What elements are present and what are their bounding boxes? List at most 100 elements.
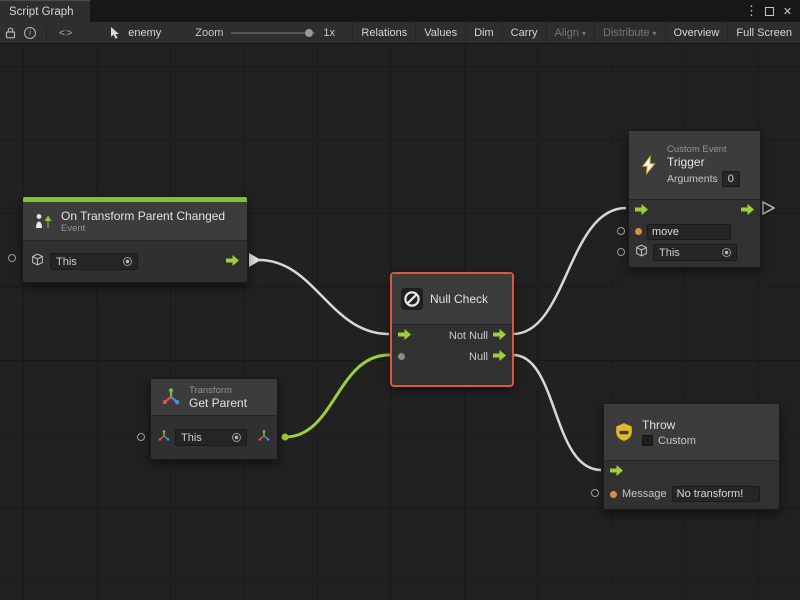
node-title: Get Parent	[189, 396, 247, 410]
flow-input-port[interactable]	[398, 327, 411, 345]
node-null-check[interactable]: Null Check Not Null Null	[391, 273, 513, 386]
info-icon[interactable]: i	[24, 27, 36, 39]
message-port[interactable]	[610, 491, 617, 498]
null-output-port[interactable]	[493, 348, 506, 366]
code-view-icon[interactable]: <>	[53, 27, 79, 39]
wire-getparent-to-nullcheck[interactable]	[285, 355, 389, 437]
transform-icon	[160, 386, 182, 408]
object-picker-icon[interactable]	[722, 248, 731, 257]
relations-button[interactable]: Relations	[352, 22, 415, 44]
maximize-icon[interactable]	[761, 1, 778, 21]
node-throw[interactable]: Throw Custom Message	[603, 403, 780, 510]
tab-label: Script Graph	[9, 6, 74, 18]
object-picker-icon[interactable]	[232, 433, 241, 442]
close-icon[interactable]: ✕	[779, 1, 796, 21]
graph-canvas[interactable]: On Transform Parent Changed Event This	[0, 44, 800, 600]
zoom-slider[interactable]	[231, 27, 315, 39]
node-header: On Transform Parent Changed Event	[23, 202, 247, 240]
distribute-label: Distribute	[603, 27, 649, 39]
target-dropdown[interactable]: This	[653, 244, 737, 261]
custom-checkbox-label: Custom	[658, 435, 696, 447]
node-header: Custom Event Trigger Arguments	[629, 131, 760, 199]
values-label: Values	[424, 27, 457, 39]
event-name-input-port[interactable]	[617, 227, 625, 235]
arguments-label: Arguments	[667, 173, 718, 185]
target-dropdown-value: This	[659, 247, 680, 259]
node-category: Transform	[189, 385, 247, 396]
flow-input-port[interactable]	[635, 202, 648, 220]
overview-label: Overview	[674, 27, 720, 39]
zoom-slider-track	[231, 32, 315, 34]
target-dropdown[interactable]: This	[50, 253, 138, 270]
gameobject-cube-icon	[635, 244, 648, 262]
target-dropdown[interactable]: This	[175, 429, 247, 446]
carry-button[interactable]: Carry	[502, 22, 546, 44]
graph-toolbar: i <> enemy Zoom 1x Relations Values Dim …	[0, 22, 800, 44]
zoom-label: Zoom	[195, 27, 223, 39]
flow-wire-start-cap	[249, 253, 261, 267]
zoom-slider-handle[interactable]	[305, 29, 313, 37]
not-null-output-port[interactable]	[493, 327, 506, 345]
event-name-field[interactable]	[647, 224, 731, 240]
unity-script-graph-window: Script Graph ⋮ ✕ i <> enemy Zoom 1x	[0, 0, 800, 600]
node-body: This	[23, 240, 247, 282]
gameobject-cube-icon	[31, 253, 44, 271]
toolbar-separator	[46, 26, 47, 40]
node-category: Custom Event	[667, 144, 740, 155]
null-port-label: Null	[469, 351, 488, 363]
lock-icon[interactable]	[0, 22, 20, 44]
custom-checkbox[interactable]	[642, 435, 653, 446]
tab-bar: Script Graph ⋮ ✕	[0, 0, 800, 22]
wire-notnull-to-trigger[interactable]	[513, 208, 626, 334]
flow-output-port[interactable]	[226, 253, 239, 271]
wire-event-to-nullcheck[interactable]	[259, 260, 389, 334]
node-title: Trigger	[667, 155, 740, 169]
target-dropdown-value: This	[181, 432, 202, 444]
transform-output-port[interactable]	[258, 429, 270, 447]
node-header: Transform Get Parent	[151, 379, 277, 415]
node-title: Null Check	[430, 292, 488, 306]
object-picker-icon[interactable]	[123, 257, 132, 266]
overview-button[interactable]: Overview	[665, 22, 728, 44]
dim-button[interactable]: Dim	[465, 22, 502, 44]
value-input-port[interactable]	[398, 353, 405, 360]
target-input-port[interactable]	[137, 433, 145, 441]
arguments-count-field[interactable]	[722, 171, 740, 187]
unconnected-flow-output-triangle[interactable]	[763, 202, 774, 214]
node-title: On Transform Parent Changed	[61, 209, 225, 223]
throw-exception-icon	[613, 421, 635, 443]
values-button[interactable]: Values	[415, 22, 465, 44]
tab-script-graph[interactable]: Script Graph	[0, 0, 90, 22]
node-get-parent[interactable]: Transform Get Parent This	[150, 378, 278, 460]
value-wire-start-cap	[282, 434, 289, 441]
flow-input-port[interactable]	[610, 463, 623, 481]
graph-name-label: enemy	[128, 27, 161, 39]
node-title: Throw	[642, 418, 696, 432]
not-null-port-label: Not Null	[449, 330, 488, 342]
fullscreen-button[interactable]: Full Screen	[727, 22, 800, 44]
relations-label: Relations	[361, 27, 407, 39]
node-trigger-custom-event[interactable]: Custom Event Trigger Arguments	[628, 130, 761, 268]
wire-null-to-throw[interactable]	[513, 355, 601, 470]
dim-label: Dim	[474, 27, 494, 39]
toolbar-buttons: Relations Values Dim Carry Align▾ Distri…	[352, 22, 800, 44]
node-on-transform-parent-changed[interactable]: On Transform Parent Changed Event This	[22, 196, 248, 283]
chevron-down-icon: ▾	[582, 29, 586, 38]
event-name-port[interactable]	[635, 228, 642, 235]
target-input-port[interactable]	[617, 248, 625, 256]
node-body: Not Null Null	[392, 324, 512, 385]
zoom-value: 1x	[323, 27, 335, 39]
flow-output-port[interactable]	[741, 202, 754, 220]
carry-label: Carry	[511, 27, 538, 39]
window-menu-icon[interactable]: ⋮	[743, 1, 760, 21]
custom-event-bolt-icon	[638, 154, 660, 176]
window-buttons: ⋮ ✕	[743, 0, 800, 22]
fullscreen-label: Full Screen	[736, 27, 792, 39]
message-input-port[interactable]	[591, 489, 599, 497]
message-field[interactable]	[672, 486, 760, 502]
node-header: Throw Custom	[604, 404, 779, 460]
chevron-down-icon: ▾	[653, 29, 657, 38]
target-input-port[interactable]	[8, 254, 16, 262]
node-header: Null Check	[392, 274, 512, 324]
target-dropdown-value: This	[56, 256, 77, 268]
